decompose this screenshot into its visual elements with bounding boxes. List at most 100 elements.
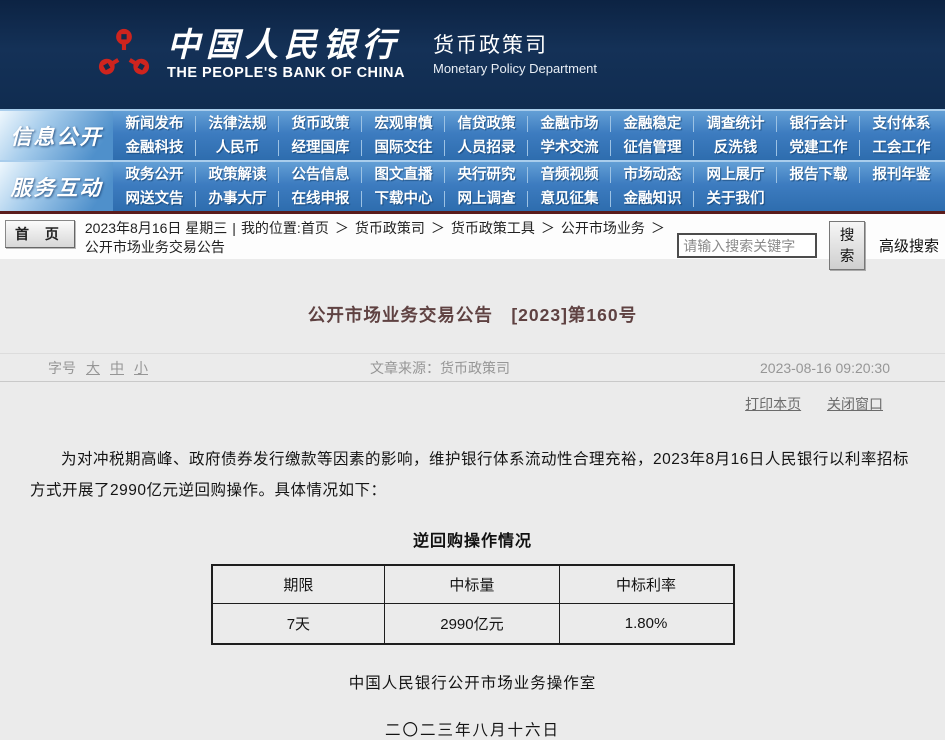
nav-label-service-interaction[interactable]: 服务互动 [0, 162, 113, 211]
nav-row: 金融科技 人民币 经理国库 国际交往 人员招录 学术交流 征信管理 反洗钱 党建… [113, 136, 945, 160]
breadcrumb-link-home[interactable]: 首页 [301, 220, 329, 236]
breadcrumb-separator: ＞ [329, 220, 355, 236]
nav-item[interactable]: 政务公开 [113, 163, 196, 187]
nav-item[interactable]: 人员招录 [445, 136, 528, 160]
nav-item[interactable]: 金融市场 [528, 112, 611, 136]
search-input[interactable] [677, 233, 817, 258]
nav-row: 网送文告 办事大厅 在线申报 下载中心 网上调查 意见征集 金融知识 关于我们 [113, 187, 945, 211]
cell-volume: 2990亿元 [385, 603, 559, 644]
font-size-large-link[interactable]: 大 [86, 358, 100, 378]
article-content: 公开市场业务交易公告 [2023]第160号 字号 大 中 小 文章来源：货币政… [0, 259, 945, 740]
nav-label-info-disclosure[interactable]: 信息公开 [0, 111, 113, 160]
close-window-link[interactable]: 关闭窗口 [827, 396, 883, 412]
pboc-logo-icon [95, 26, 153, 84]
breadcrumb-link-current[interactable]: 公开市场业务交易公告 [85, 239, 225, 255]
breadcrumb-separator: ＞ [535, 220, 561, 236]
table-title: 逆回购操作情况 [0, 527, 945, 551]
cell-term: 7天 [212, 603, 385, 644]
nav-item[interactable]: 反洗钱 [694, 136, 777, 160]
article-meta-bar: 字号 大 中 小 文章来源：货币政策司 2023-08-16 09:20:30 [0, 353, 945, 382]
nav-item[interactable]: 法律法规 [196, 112, 279, 136]
nav-item[interactable]: 经理国库 [279, 136, 362, 160]
source-label: 文章来源： [370, 360, 440, 376]
nav-item[interactable]: 学术交流 [528, 136, 611, 160]
advanced-search-link[interactable]: 高级搜索 [879, 235, 939, 256]
font-size-label: 字号 [48, 358, 76, 378]
nav-item[interactable]: 下载中心 [362, 187, 445, 211]
nav-row: 政务公开 政策解读 公告信息 图文直播 央行研究 音频视频 市场动态 网上展厅 … [113, 163, 945, 187]
nav-item[interactable]: 政策解读 [196, 163, 279, 187]
department-name-en: Monetary Policy Department [433, 61, 597, 76]
cell-rate: 1.80% [559, 603, 733, 644]
breadcrumb-bar: 首 页 2023年8月16日 星期三|我的位置:首页＞货币政策司＞货币政策工具＞… [0, 214, 945, 259]
nav-item[interactable]: 征信管理 [611, 136, 694, 160]
nav-item[interactable]: 公告信息 [279, 163, 362, 187]
nav-item[interactable]: 宏观审慎 [362, 112, 445, 136]
repo-operation-table: 期限 中标量 中标利率 7天 2990亿元 1.80% [211, 564, 735, 645]
nav-item[interactable]: 调查统计 [694, 112, 777, 136]
breadcrumb-separator: ＞ [645, 220, 671, 236]
nav-item[interactable]: 意见征集 [528, 187, 611, 211]
nav-item[interactable]: 网上调查 [445, 187, 528, 211]
breadcrumb-date: 2023年8月16日 星期三 [85, 220, 227, 236]
font-size-medium-link[interactable]: 中 [110, 358, 124, 378]
col-header-volume: 中标量 [385, 565, 559, 603]
nav-item[interactable]: 党建工作 [777, 136, 860, 160]
breadcrumb-link[interactable]: 公开市场业务 [561, 220, 645, 236]
article-paragraph: 为对冲税期高峰、政府债券发行缴款等因素的影响，维护银行体系流动性合理充裕，202… [30, 444, 915, 506]
bank-name-cn: 中国人民银行 [167, 28, 405, 62]
table-header-row: 期限 中标量 中标利率 [212, 565, 734, 603]
breadcrumb-divider: | [227, 220, 241, 236]
page-title: 公开市场业务交易公告 [2023]第160号 [0, 302, 945, 327]
bank-title-block: 中国人民银行 THE PEOPLE'S BANK OF CHINA [167, 28, 405, 81]
search-area: 搜索 高级搜索 [677, 221, 939, 270]
nav-item[interactable]: 银行会计 [777, 112, 860, 136]
department-name-cn: 货币政策司 [433, 34, 597, 58]
nav-item[interactable]: 图文直播 [362, 163, 445, 187]
nav-item[interactable]: 网上展厅 [694, 163, 777, 187]
nav-row: 新闻发布 法律法规 货币政策 宏观审慎 信贷政策 金融市场 金融稳定 调查统计 … [113, 112, 945, 136]
table-row: 7天 2990亿元 1.80% [212, 603, 734, 644]
nav-item[interactable]: 报刊年鉴 [860, 163, 943, 187]
nav-item[interactable]: 音频视频 [528, 163, 611, 187]
nav-item[interactable]: 办事大厅 [196, 187, 279, 211]
search-button[interactable]: 搜索 [829, 221, 865, 270]
nav-item[interactable]: 金融稳定 [611, 112, 694, 136]
breadcrumb-link[interactable]: 货币政策工具 [451, 220, 535, 236]
nav-item[interactable]: 工会工作 [860, 136, 943, 160]
nav-item[interactable]: 在线申报 [279, 187, 362, 211]
nav-item[interactable]: 人民币 [196, 136, 279, 160]
breadcrumb-separator: ＞ [425, 220, 451, 236]
col-header-term: 期限 [212, 565, 385, 603]
nav-item[interactable]: 金融科技 [113, 136, 196, 160]
source-value: 货币政策司 [440, 360, 510, 376]
nav-item[interactable]: 信贷政策 [445, 112, 528, 136]
nav-item[interactable]: 网送文告 [113, 187, 196, 211]
nav-item[interactable]: 货币政策 [279, 112, 362, 136]
date-line: 二〇二三年八月十六日 [0, 718, 945, 740]
nav-section-info: 信息公开 新闻发布 法律法规 货币政策 宏观审慎 信贷政策 金融市场 金融稳定 … [0, 109, 945, 160]
home-button[interactable]: 首 页 [5, 220, 75, 248]
breadcrumb: 2023年8月16日 星期三|我的位置:首页＞货币政策司＞货币政策工具＞公开市场… [85, 219, 677, 257]
nav-item[interactable]: 金融知识 [611, 187, 694, 211]
nav-item[interactable]: 新闻发布 [113, 112, 196, 136]
font-size-small-link[interactable]: 小 [134, 358, 148, 378]
nav-section-services: 服务互动 政务公开 政策解读 公告信息 图文直播 央行研究 音频视频 市场动态 … [0, 160, 945, 211]
breadcrumb-link[interactable]: 货币政策司 [355, 220, 425, 236]
nav-item[interactable]: 报告下载 [777, 163, 860, 187]
signature-line: 中国人民银行公开市场业务操作室 [0, 671, 945, 693]
bank-name-en: THE PEOPLE'S BANK OF CHINA [167, 65, 405, 81]
col-header-rate: 中标利率 [559, 565, 733, 603]
nav-item[interactable]: 关于我们 [694, 187, 777, 211]
nav-item[interactable]: 支付体系 [860, 112, 943, 136]
site-header: 中国人民银行 THE PEOPLE'S BANK OF CHINA 货币政策司 … [0, 0, 945, 109]
breadcrumb-location-label: 我的位置: [241, 220, 301, 236]
main-navigation: 信息公开 新闻发布 法律法规 货币政策 宏观审慎 信贷政策 金融市场 金融稳定 … [0, 109, 945, 214]
publish-datetime: 2023-08-16 09:20:30 [760, 360, 890, 376]
nav-item[interactable]: 央行研究 [445, 163, 528, 187]
nav-item[interactable]: 市场动态 [611, 163, 694, 187]
nav-item[interactable]: 国际交往 [362, 136, 445, 160]
article-actions: 打印本页 关闭窗口 [0, 394, 945, 414]
print-page-link[interactable]: 打印本页 [745, 396, 801, 412]
department-title-block: 货币政策司 Monetary Policy Department [427, 34, 597, 76]
